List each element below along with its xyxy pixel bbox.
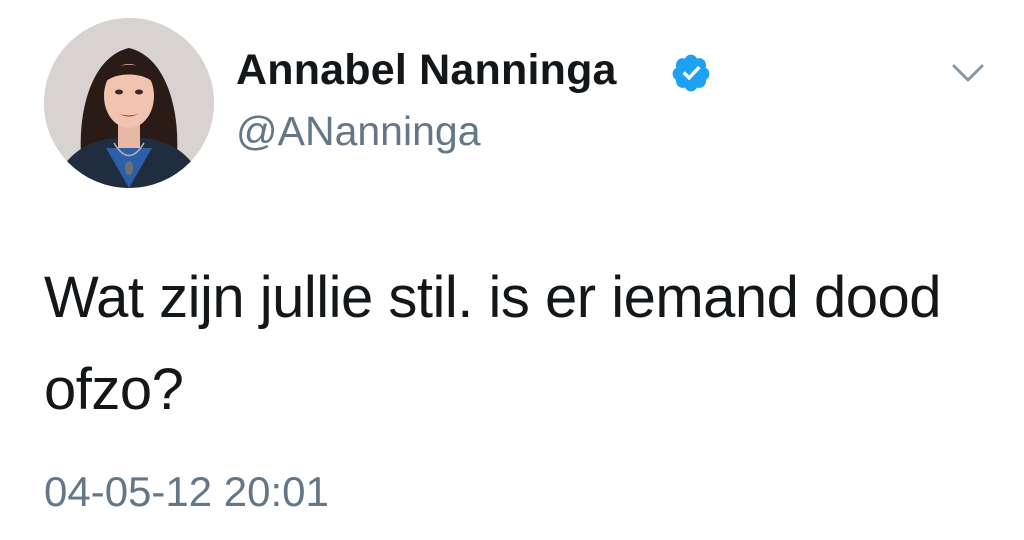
profile-photo-icon <box>44 18 214 188</box>
tweet-text: Wat zijn jullie stil. is er iemand dood … <box>44 265 942 422</box>
user-handle[interactable]: @ANanninga <box>236 106 481 156</box>
chevron-down-icon[interactable] <box>948 58 988 88</box>
tweet-card: Annabel Nanninga @ANanninga Wat zijn jul… <box>0 0 1024 540</box>
display-name[interactable]: Annabel Nanninga <box>236 44 617 96</box>
verified-badge-icon <box>672 54 710 92</box>
tweet-timestamp[interactable]: 04-05-12 20:01 <box>44 466 329 518</box>
avatar[interactable] <box>44 18 214 188</box>
